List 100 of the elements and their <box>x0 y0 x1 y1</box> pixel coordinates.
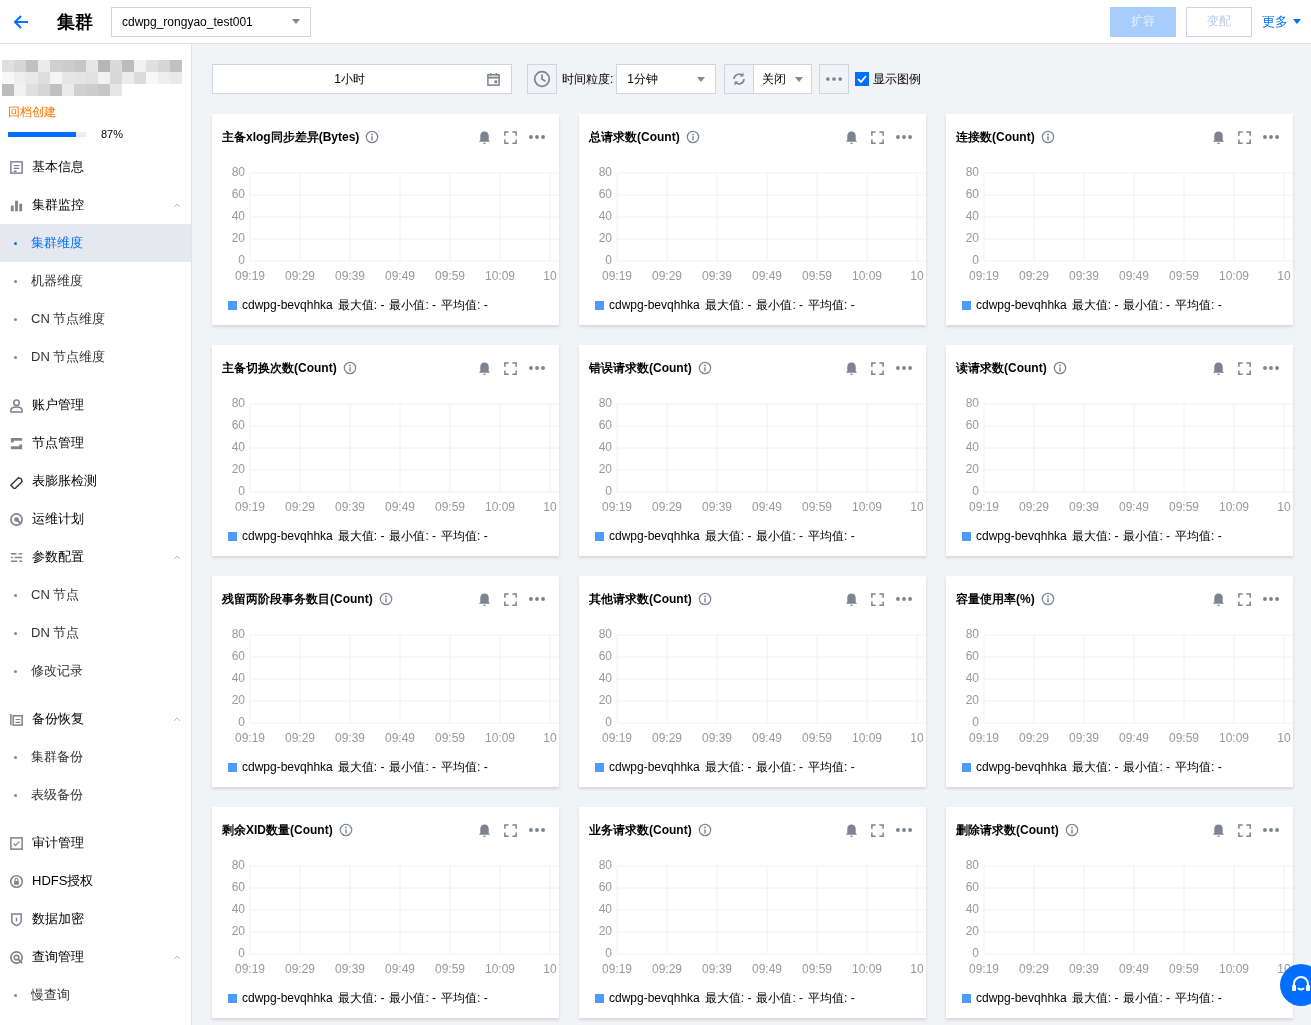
sidebar-subitem[interactable]: 修改记录 <box>0 652 191 690</box>
sidebar-item[interactable]: 集群监控 <box>0 186 191 224</box>
more-icon[interactable] <box>1263 366 1279 370</box>
help-button[interactable] <box>1280 964 1311 1006</box>
more-icon[interactable] <box>896 597 912 601</box>
axis-label: 10:09 <box>485 962 515 977</box>
bell-icon[interactable] <box>1211 591 1226 607</box>
sidebar-item[interactable]: HDFS授权 <box>0 862 191 900</box>
more-menu[interactable]: 更多 <box>1262 12 1301 31</box>
fullscreen-icon[interactable] <box>503 129 518 145</box>
fullscreen-icon[interactable] <box>1237 360 1252 376</box>
more-icon[interactable] <box>1263 597 1279 601</box>
bell-icon[interactable] <box>844 360 859 376</box>
fullscreen-icon[interactable] <box>503 360 518 376</box>
axis-label: 09:59 <box>1169 962 1199 977</box>
bell-icon[interactable] <box>477 360 492 376</box>
axis-label: 60 <box>231 880 245 895</box>
sidebar-item[interactable]: 节点管理 <box>0 424 191 462</box>
axis-label: 80 <box>231 858 245 873</box>
legend-stat: 平均值: - <box>441 758 488 776</box>
sidebar-subitem[interactable]: 表级备份 <box>0 776 191 814</box>
sidebar-item[interactable]: 备份恢复 <box>0 700 191 738</box>
bell-icon[interactable] <box>844 591 859 607</box>
fullscreen-icon[interactable] <box>1237 591 1252 607</box>
bell-icon[interactable] <box>844 822 859 838</box>
legend-stat: 最大值: - <box>1071 989 1119 1007</box>
bell-icon[interactable] <box>844 129 859 145</box>
sidebar-subitem[interactable]: DN 节点维度 <box>0 338 191 376</box>
bell-icon[interactable] <box>1211 129 1226 145</box>
legend-stat: 最小值: - <box>389 989 437 1007</box>
clock-button[interactable] <box>527 64 557 94</box>
axis-label: 10 <box>910 269 924 284</box>
more-icon[interactable] <box>529 597 545 601</box>
axis-label: 09:59 <box>1169 269 1199 284</box>
legend-checkbox[interactable] <box>855 72 870 86</box>
sidebar-item[interactable]: 基本信息 <box>0 148 191 186</box>
bell-icon[interactable] <box>477 591 492 607</box>
node-icon <box>9 435 24 451</box>
legend-stat: 最小值: - <box>756 989 804 1007</box>
fullscreen-icon[interactable] <box>1237 822 1252 838</box>
document-icon <box>9 159 24 175</box>
axis-label: 09:19 <box>969 269 999 284</box>
axis-label: 09:29 <box>1019 269 1049 284</box>
sidebar-item[interactable]: 审计管理 <box>0 824 191 862</box>
bell-icon[interactable] <box>477 129 492 145</box>
axis-label: 09:49 <box>385 500 415 515</box>
fullscreen-icon[interactable] <box>503 822 518 838</box>
cluster-select[interactable]: cdwpg_rongyao_test001 <box>111 6 311 37</box>
sidebar-item[interactable]: 账户管理 <box>0 386 191 424</box>
legend-stat: 最小值: - <box>756 527 804 545</box>
auto-refresh-select[interactable]: 关闭 <box>754 64 813 94</box>
sidebar-subitem[interactable]: CN 节点 <box>0 576 191 614</box>
sidebar-subitem[interactable]: 机器维度 <box>0 262 191 300</box>
axis-label: 80 <box>598 396 612 411</box>
axis-label: 40 <box>965 440 979 455</box>
bell-icon[interactable] <box>1211 360 1226 376</box>
axis-label: 0 <box>972 484 979 499</box>
granularity-select[interactable]: 1分钟 <box>616 64 717 94</box>
more-icon[interactable] <box>1263 135 1279 139</box>
bell-icon[interactable] <box>1211 822 1226 838</box>
fullscreen-icon[interactable] <box>503 591 518 607</box>
fullscreen-icon[interactable] <box>870 360 885 376</box>
sidebar-item[interactable]: 表膨胀检测 <box>0 462 191 500</box>
legend-stat: 最大值: - <box>1071 527 1119 545</box>
more-icon[interactable] <box>896 135 912 139</box>
legend-stat: 最大值: - <box>704 758 752 776</box>
more-icon[interactable] <box>529 135 545 139</box>
axis-label: 0 <box>238 946 245 961</box>
axis-label: 09:39 <box>702 500 732 515</box>
fullscreen-icon[interactable] <box>1237 129 1252 145</box>
refresh-button[interactable] <box>724 64 755 94</box>
sidebar-item[interactable]: 数据加密 <box>0 900 191 938</box>
more-icon[interactable] <box>529 366 545 370</box>
sidebar-subitem[interactable]: CN 节点维度 <box>0 300 191 338</box>
sidebar-subitem[interactable]: 慢查询 <box>0 976 191 1014</box>
bell-icon[interactable] <box>477 822 492 838</box>
sidebar-subitem[interactable]: DN 节点 <box>0 614 191 652</box>
axis-label: 0 <box>238 715 245 730</box>
more-icon[interactable] <box>896 366 912 370</box>
axis-label: 09:59 <box>802 962 832 977</box>
more-icon[interactable] <box>896 828 912 832</box>
sidebar-item[interactable]: 查询管理 <box>0 938 191 976</box>
more-icon[interactable] <box>529 828 545 832</box>
info-icon <box>1052 361 1067 375</box>
axis-label: 09:59 <box>1169 731 1199 746</box>
axis-label: 09:39 <box>335 500 365 515</box>
sidebar-subitem[interactable]: 集群备份 <box>0 738 191 776</box>
sidebar-item[interactable]: 运维计划 <box>0 500 191 538</box>
axis-label: 80 <box>598 165 612 180</box>
date-range-field[interactable]: 1小时 <box>212 64 512 94</box>
fullscreen-icon[interactable] <box>870 129 885 145</box>
more-icon[interactable] <box>1263 828 1279 832</box>
sidebar-subitem[interactable]: 集群维度 <box>0 224 191 262</box>
sidebar-item[interactable]: 参数配置 <box>0 538 191 576</box>
fullscreen-icon[interactable] <box>870 591 885 607</box>
axis-label: 0 <box>238 253 245 268</box>
axis-label: 09:39 <box>1069 500 1099 515</box>
more-button[interactable] <box>819 64 850 94</box>
fullscreen-icon[interactable] <box>870 822 885 838</box>
back-arrow-icon[interactable] <box>12 12 30 31</box>
